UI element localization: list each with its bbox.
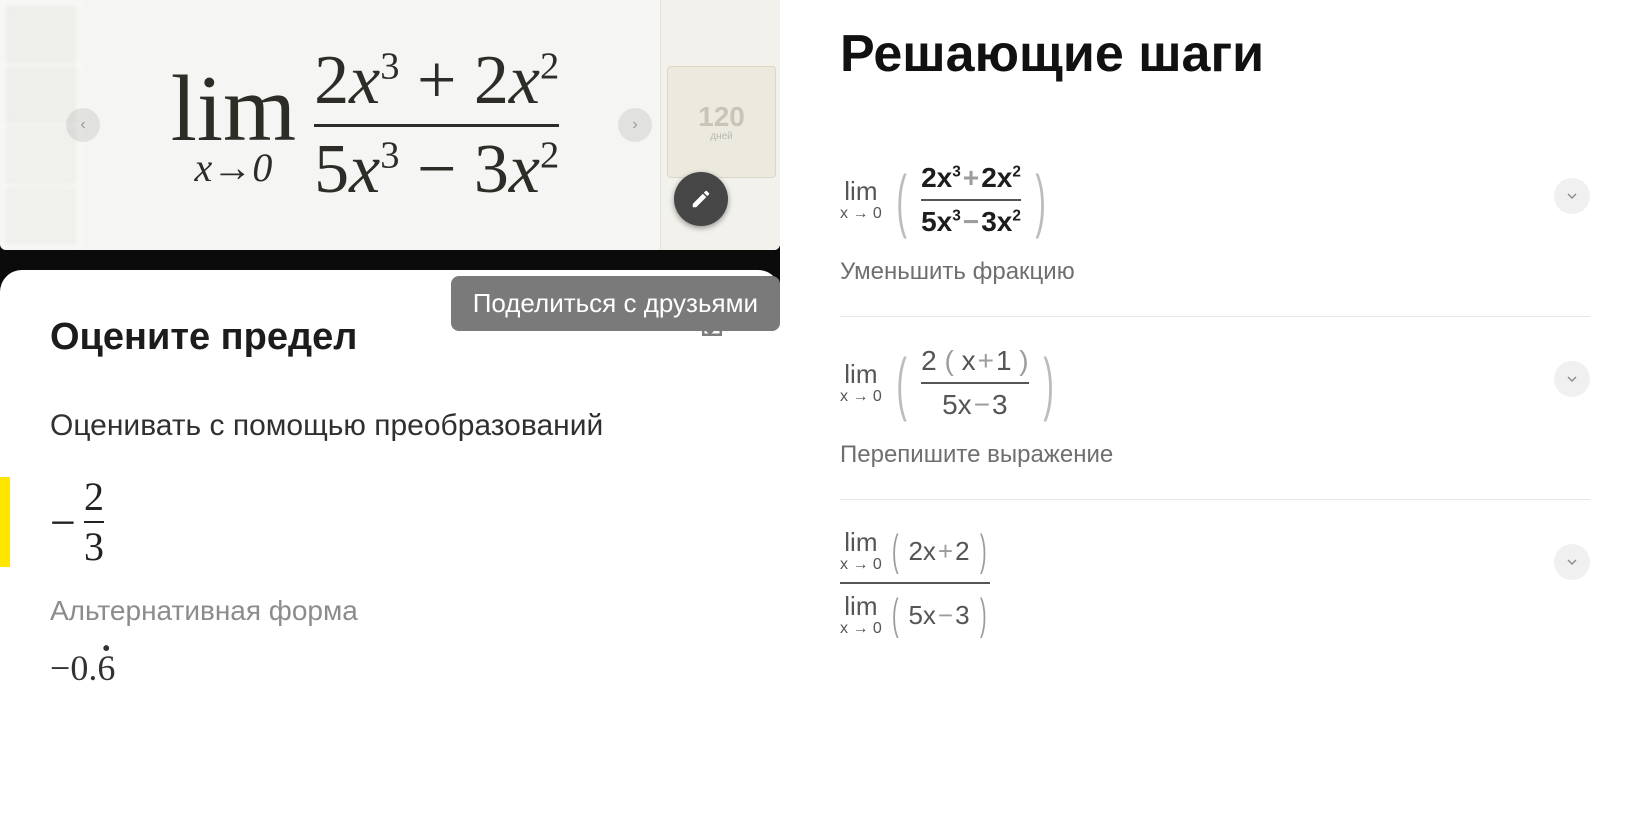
search-thumb: [6, 127, 76, 184]
step-expression: limx → 0 ( 2x3+2x2 5x3−3x2 ): [840, 160, 1075, 240]
problem-expression: lim x→0 2x3 + 2x2 5x3 − 3x2: [90, 10, 640, 240]
steps-panel: Решающие шаги limx → 0 ( 2x3+2x2 5x3−3x2…: [780, 0, 1650, 825]
result-row: − 2 3: [0, 477, 780, 567]
search-thumb: [6, 188, 76, 245]
step-expression: limx → 0 ( 2 ( x+1 ) 5x−3 ): [840, 343, 1113, 423]
alt-form-value: −0.6: [50, 647, 730, 689]
edit-button[interactable]: [674, 172, 728, 226]
left-panel: ‹ › 120 дней lim x→0 2x3 + 2x2 5: [0, 0, 780, 825]
chevron-down-icon: [1564, 371, 1580, 387]
step-caption: Перепишите выражение: [840, 441, 1113, 469]
step-expression: limx → 0 (2x+2) limx → 0 (5x−3): [840, 526, 990, 640]
answer-card: Оцените предел Оценивать с помощью преоб…: [0, 270, 780, 825]
highlight-stripe: [0, 477, 10, 567]
problem-photo: ‹ › 120 дней lim x→0 2x3 + 2x2 5: [0, 0, 780, 250]
expand-step-button[interactable]: [1554, 361, 1590, 397]
expand-step-button[interactable]: [1554, 178, 1590, 214]
steps-title: Решающие шаги: [840, 24, 1590, 84]
chevron-down-icon: [1564, 554, 1580, 570]
share-tooltip: Поделиться с друзьями: [451, 276, 780, 331]
result-value: − 2 3: [50, 477, 104, 567]
solution-step[interactable]: limx → 0 (2x+2) limx → 0 (5x−3): [840, 500, 1590, 670]
lim-symbol: lim: [171, 62, 296, 156]
ad-number: 120: [698, 103, 745, 131]
solution-step[interactable]: limx → 0 ( 2 ( x+1 ) 5x−3 ) Перепишите в…: [840, 317, 1590, 500]
pencil-icon: [690, 188, 712, 210]
ad-caption: дней: [710, 131, 733, 142]
search-thumb: [6, 6, 76, 63]
solution-step[interactable]: limx → 0 ( 2x3+2x2 5x3−3x2 ) Уменьшить ф…: [840, 134, 1590, 317]
card-subtitle: Оценивать с помощью преобразований: [50, 409, 730, 443]
expand-step-button[interactable]: [1554, 544, 1590, 580]
chevron-down-icon: [1564, 188, 1580, 204]
step-caption: Уменьшить фракцию: [840, 258, 1075, 286]
search-thumb: [6, 67, 76, 124]
alt-form-label: Альтернативная форма: [50, 595, 730, 627]
